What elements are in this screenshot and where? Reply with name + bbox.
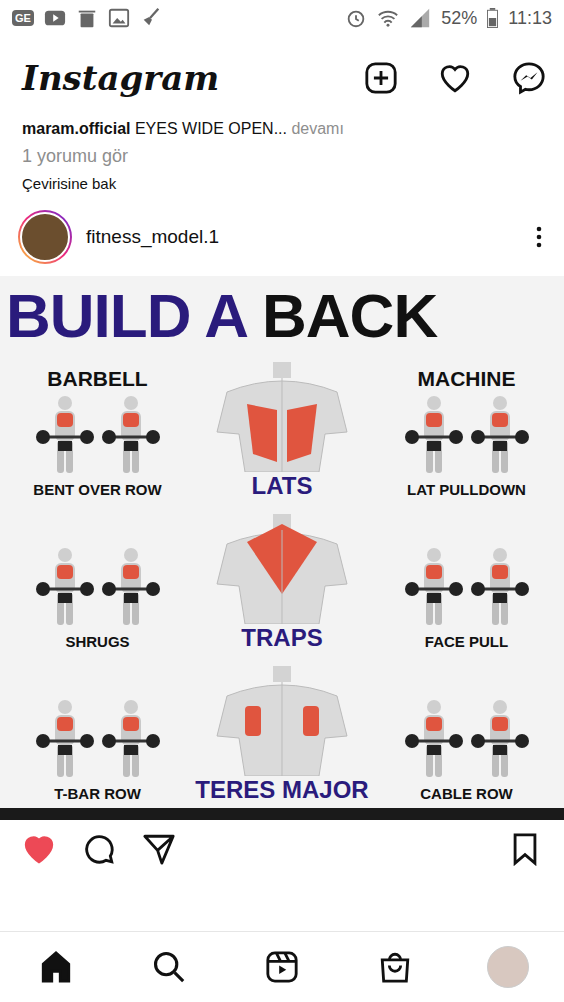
barbell-cell: BARBELL BENT OVER ROW bbox=[0, 352, 195, 504]
back-muscle-figure bbox=[207, 514, 357, 624]
messenger-icon[interactable] bbox=[512, 61, 546, 95]
exercise-figure bbox=[35, 391, 95, 481]
exercise-figure bbox=[101, 695, 161, 785]
new-post-icon[interactable] bbox=[364, 61, 398, 95]
broom-icon bbox=[140, 7, 162, 29]
muscle-cell: TERES MAJOR bbox=[195, 656, 369, 808]
machine-header: MACHINE bbox=[418, 367, 516, 391]
share-icon[interactable] bbox=[142, 832, 176, 866]
exercise-figure bbox=[35, 695, 95, 785]
app-badge: GE bbox=[12, 10, 34, 26]
see-translation-link[interactable]: Çevirisine bak bbox=[22, 175, 542, 192]
clock: 11:13 bbox=[508, 8, 552, 29]
exercise-figure bbox=[404, 543, 464, 633]
app-header: Instagram bbox=[0, 36, 564, 120]
youtube-icon bbox=[44, 7, 66, 29]
exercise-figure bbox=[470, 543, 530, 633]
machine-cell: FACE PULL bbox=[369, 504, 564, 656]
exercise-figure bbox=[470, 695, 530, 785]
back-muscle-figure bbox=[207, 666, 357, 776]
image-icon bbox=[108, 7, 130, 29]
exercise-label: BENT OVER ROW bbox=[33, 481, 161, 498]
infographic-title: BUILD A BACK bbox=[0, 276, 564, 352]
machine-cell: CABLE ROW bbox=[369, 656, 564, 808]
more-link[interactable]: devamı bbox=[291, 120, 343, 137]
comment-icon[interactable] bbox=[82, 832, 116, 866]
caption-user[interactable]: maram.official bbox=[22, 120, 130, 137]
machine-cell: MACHINE LAT PULLDOWN bbox=[369, 352, 564, 504]
exercise-label: CABLE ROW bbox=[420, 785, 513, 802]
exercise-figure bbox=[404, 391, 464, 481]
like-heart-icon[interactable] bbox=[22, 832, 56, 866]
nav-item[interactable] bbox=[139, 937, 199, 997]
barbell-header: BARBELL bbox=[47, 367, 147, 391]
exercise-row: SHRUGS TRAPS FACE PULL bbox=[0, 504, 564, 656]
post-actions bbox=[0, 820, 564, 878]
reels-icon[interactable] bbox=[265, 950, 299, 984]
profile-avatar[interactable] bbox=[487, 946, 529, 988]
barbell-cell: SHRUGS bbox=[0, 504, 195, 656]
view-comments-link[interactable]: 1 yorumu gör bbox=[22, 146, 542, 167]
wifi-icon bbox=[377, 7, 399, 29]
exercise-figure bbox=[35, 543, 95, 633]
more-options-icon[interactable] bbox=[536, 225, 542, 249]
bottom-nav bbox=[0, 931, 564, 1002]
post-username[interactable]: fitness_model.1 bbox=[86, 226, 522, 248]
muscle-label: LATS bbox=[252, 472, 313, 500]
status-bar: GE 52% 11:13 bbox=[0, 0, 564, 36]
phone-screen: GE 52% 11:13 Instagram maram.official EY… bbox=[0, 0, 564, 1002]
shop-icon[interactable] bbox=[378, 950, 412, 984]
exercise-label: T-BAR ROW bbox=[54, 785, 141, 802]
muscle-label: TERES MAJOR bbox=[195, 776, 368, 804]
muscle-cell: TRAPS bbox=[195, 504, 369, 656]
nav-item[interactable] bbox=[252, 937, 312, 997]
exercise-figure bbox=[101, 391, 161, 481]
barbell-cell: T-BAR ROW bbox=[0, 656, 195, 808]
nav-item[interactable] bbox=[478, 937, 538, 997]
bookmark-icon[interactable] bbox=[508, 832, 542, 866]
post-header: fitness_model.1 bbox=[0, 192, 564, 276]
search-icon[interactable] bbox=[152, 950, 186, 984]
trash-icon bbox=[76, 7, 98, 29]
signal-icon bbox=[409, 7, 431, 29]
instagram-logo[interactable]: Instagram bbox=[22, 58, 219, 98]
muscle-label: TRAPS bbox=[241, 624, 322, 652]
exercise-row: BARBELL BENT OVER ROW LATS MACHINE LAT P… bbox=[0, 352, 564, 504]
exercise-figure bbox=[101, 543, 161, 633]
nav-item[interactable] bbox=[26, 937, 86, 997]
previous-post-caption: maram.official EYES WIDE OPEN... devamı … bbox=[0, 120, 564, 192]
nav-item[interactable] bbox=[365, 937, 425, 997]
muscle-cell: LATS bbox=[195, 352, 369, 504]
exercise-figure bbox=[404, 695, 464, 785]
exercise-figure bbox=[470, 391, 530, 481]
avatar[interactable] bbox=[18, 210, 72, 264]
exercise-label: LAT PULLDOWN bbox=[407, 481, 526, 498]
post-image-infographic[interactable]: BUILD A BACK BARBELL BENT OVER ROW LATS … bbox=[0, 276, 564, 820]
battery-level: 52% bbox=[441, 8, 477, 29]
heart-icon[interactable] bbox=[438, 61, 472, 95]
caption-text: EYES WIDE OPEN... bbox=[135, 120, 287, 137]
back-muscle-figure bbox=[207, 362, 357, 472]
caption-line: maram.official EYES WIDE OPEN... devamı bbox=[22, 120, 542, 138]
battery-icon bbox=[487, 8, 498, 28]
image-bottom-strip bbox=[0, 808, 564, 820]
home-icon[interactable] bbox=[39, 950, 73, 984]
exercise-row: T-BAR ROW TERES MAJOR CABLE ROW bbox=[0, 656, 564, 808]
exercise-label: SHRUGS bbox=[65, 633, 129, 650]
alarm-icon bbox=[345, 7, 367, 29]
exercise-label: FACE PULL bbox=[425, 633, 508, 650]
